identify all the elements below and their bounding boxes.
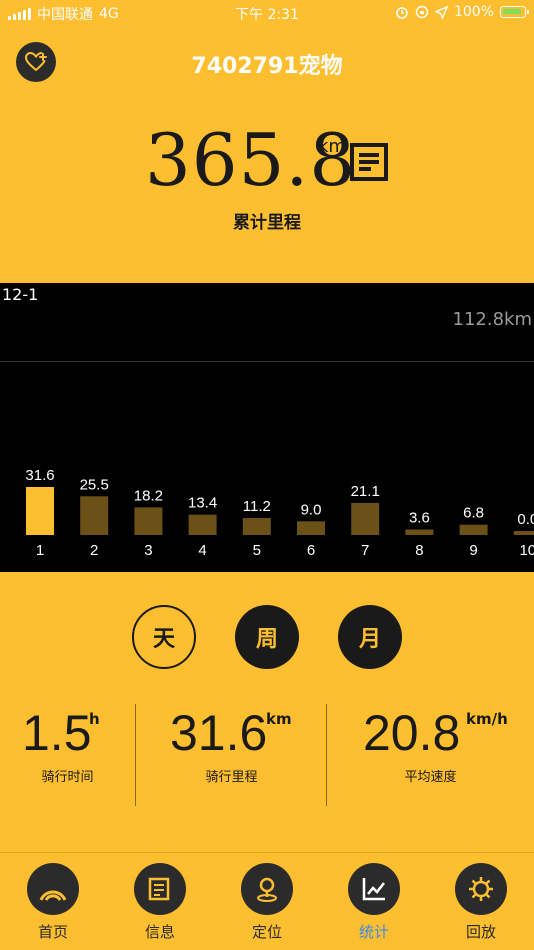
chart-category-label: 4: [198, 542, 206, 559]
chart-value-label: 3.6: [409, 510, 430, 527]
stat-ride-time: 1.5 h 骑行时间: [0, 700, 135, 810]
document-list-icon[interactable]: [349, 142, 389, 182]
status-right: 100%: [395, 4, 529, 20]
chart-category-label: 10: [519, 542, 534, 559]
chart-bar[interactable]: [242, 517, 271, 535]
chart-bar[interactable]: [134, 507, 163, 535]
period-month-button[interactable]: 月: [338, 605, 402, 669]
chart-bar[interactable]: [297, 521, 325, 535]
stat-average-speed: 20.8 km/h 平均速度: [327, 700, 534, 810]
stat-ride-distance: 31.6 km 骑行里程: [136, 700, 327, 810]
total-mileage-unit: km: [318, 136, 346, 157]
location-arrow-icon: [434, 5, 448, 19]
page-title: 7402791宠物: [191, 54, 343, 79]
location-pin-icon: [241, 863, 293, 915]
stats-chart-icon: [348, 863, 400, 915]
ride-time-label: 骑行时间: [41, 770, 94, 785]
total-mileage-label: 累计里程: [233, 213, 301, 233]
tab-playback-label: 回放: [465, 923, 496, 941]
tab-info[interactable]: 信息: [120, 863, 200, 942]
chart-value-label: 6.8: [463, 505, 484, 522]
average-speed-value: 20.8: [363, 705, 461, 761]
chart-value-label: 9.0: [301, 501, 322, 518]
info-document-icon: [134, 863, 186, 915]
tab-info-label: 信息: [144, 923, 175, 941]
tab-stats-label: 统计: [358, 923, 389, 941]
average-speed-label: 平均速度: [404, 770, 457, 785]
chart-category-label: 5: [253, 542, 261, 559]
chart-category-label: 1: [36, 542, 44, 559]
chart-bar[interactable]: [459, 524, 488, 535]
daily-mileage-chart[interactable]: 12-1 112.8km 31.6 1 25.5 2 18.2 3 13.4 4 11.2 5 9.…: [0, 283, 534, 572]
playback-gear-icon: [455, 863, 507, 915]
chart-category-label: 3: [144, 542, 152, 559]
chart-value-label: 21.1: [351, 483, 380, 500]
tab-stats[interactable]: 统计: [334, 863, 414, 942]
chart-category-label: 2: [90, 542, 98, 559]
chart-value-label: 11.2: [243, 498, 271, 515]
chart-value-label: 18.2: [134, 487, 163, 504]
chart-category-label: 8: [415, 542, 423, 559]
ride-distance-unit: km: [266, 710, 292, 728]
lock-rotation-icon: [415, 5, 429, 19]
alarm-icon: [396, 7, 408, 19]
home-signal-icon: [27, 863, 79, 915]
chart-value-label: 31.6: [25, 467, 54, 484]
ride-distance-label: 骑行里程: [205, 770, 258, 785]
tab-home-label: 首页: [37, 923, 68, 941]
ride-time-unit: h: [89, 710, 100, 728]
chart-bar[interactable]: [188, 514, 217, 535]
battery-percent: 100%: [453, 4, 494, 20]
chart-bar[interactable]: [26, 487, 54, 535]
period-week-button[interactable]: 周: [235, 605, 299, 669]
tab-playback[interactable]: 回放: [441, 863, 521, 942]
chart-value-label: 0.0: [517, 511, 534, 528]
ride-distance-value: 31.6: [170, 705, 268, 761]
total-mileage-value: 365.8: [145, 118, 357, 202]
status-bar: 中国联通 4G 下午 2:31 100%: [0, 0, 534, 26]
chart-bars[interactable]: 31.6 1 25.5 2 18.2 3 13.4 4 11.2 5 9.0 6 21.1 7 3.6 8 6.…: [0, 283, 534, 572]
tab-home[interactable]: 首页: [13, 863, 93, 942]
chart-category-label: 9: [469, 542, 477, 559]
average-speed-unit: km/h: [466, 710, 508, 728]
chart-category-label: 6: [307, 542, 315, 559]
tab-bar: 首页 信息 定位 统计 回放: [0, 852, 534, 950]
chart-bar[interactable]: [405, 529, 434, 535]
chart-value-label: 25.5: [80, 476, 109, 493]
chart-value-label: 13.4: [188, 495, 217, 512]
period-day-button[interactable]: 天: [132, 605, 196, 669]
ride-time-value: 1.5: [22, 705, 92, 761]
tab-location[interactable]: 定位: [227, 863, 307, 942]
tab-location-label: 定位: [251, 923, 282, 941]
battery-icon: [500, 6, 529, 18]
chart-bar[interactable]: [513, 531, 534, 535]
chart-category-label: 7: [361, 542, 369, 559]
chart-bar[interactable]: [80, 496, 109, 535]
chart-bar[interactable]: [351, 502, 380, 535]
